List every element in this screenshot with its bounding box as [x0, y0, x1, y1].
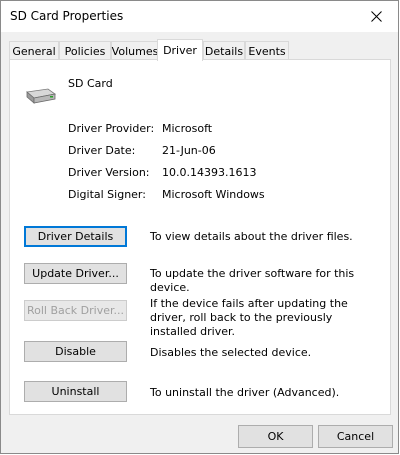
- title-bar: SD Card Properties: [1, 1, 398, 32]
- properties-dialog: SD Card Properties General Policies Volu…: [0, 0, 399, 454]
- tab-policies[interactable]: Policies: [59, 41, 111, 60]
- sd-card-drive-icon: [26, 88, 56, 104]
- disable-description: Disables the selected device.: [150, 346, 312, 359]
- digital-signer-label: Digital Signer:: [68, 188, 146, 201]
- cancel-button[interactable]: Cancel: [318, 425, 393, 448]
- ok-button[interactable]: OK: [238, 425, 313, 448]
- tab-driver[interactable]: Driver: [157, 39, 203, 61]
- driver-date-value: 21-Jun-06: [162, 144, 216, 157]
- uninstall-description: To uninstall the driver (Advanced).: [150, 386, 340, 399]
- window-title: SD Card Properties: [10, 9, 124, 23]
- uninstall-button[interactable]: Uninstall: [24, 381, 127, 402]
- driver-details-description: To view details about the driver files.: [150, 230, 353, 243]
- driver-details-button[interactable]: Driver Details: [24, 226, 127, 247]
- driver-version-value: 10.0.14393.1613: [162, 166, 257, 179]
- disable-button[interactable]: Disable: [24, 341, 127, 362]
- driver-date-label: Driver Date:: [68, 144, 136, 157]
- driver-provider-label: Driver Provider:: [68, 122, 155, 135]
- close-button[interactable]: [354, 1, 398, 32]
- digital-signer-value: Microsoft Windows: [162, 188, 265, 201]
- device-name: SD Card: [68, 77, 113, 90]
- driver-tab-panel: SD Card Driver Provider: Microsoft Drive…: [9, 59, 391, 415]
- tab-events[interactable]: Events: [245, 41, 289, 60]
- roll-back-driver-button[interactable]: Roll Back Driver...: [24, 300, 127, 321]
- tab-volumes[interactable]: Volumes: [111, 41, 159, 60]
- roll-back-driver-description: If the device fails after updating the d…: [150, 297, 348, 338]
- update-driver-description: To update the driver software for this d…: [150, 267, 355, 294]
- driver-version-label: Driver Version:: [68, 166, 150, 179]
- tab-general[interactable]: General: [9, 41, 59, 60]
- close-icon: [370, 11, 382, 22]
- update-driver-button[interactable]: Update Driver...: [24, 263, 127, 284]
- tab-details[interactable]: Details: [203, 41, 245, 60]
- driver-provider-value: Microsoft: [162, 122, 213, 135]
